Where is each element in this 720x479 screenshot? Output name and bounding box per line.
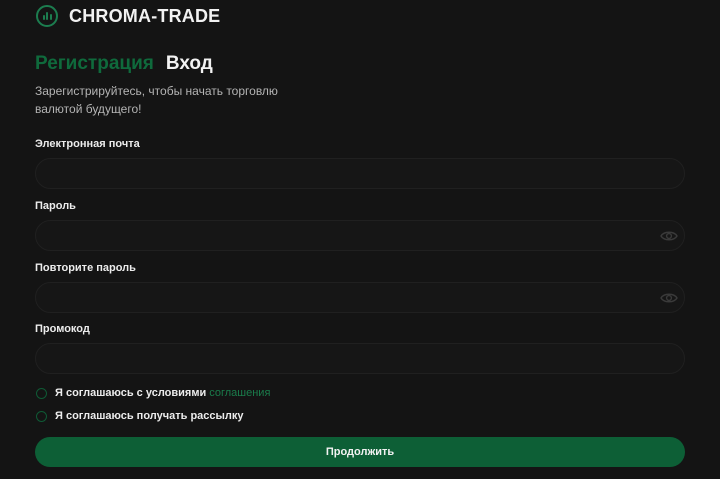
eye-icon[interactable]	[660, 291, 678, 305]
newsletter-checkbox[interactable]	[36, 410, 47, 422]
repeat-password-label: Повторите пароль	[35, 262, 136, 274]
brand-name: CHROMA-TRADE	[69, 5, 221, 26]
auth-tabs: Регистрация Вход	[35, 53, 213, 75]
repeat-password-field[interactable]	[36, 283, 684, 312]
email-field-wrapper	[35, 158, 685, 189]
email-label: Электронная почта	[35, 138, 140, 150]
continue-button[interactable]: Продолжить	[35, 437, 685, 467]
tab-login[interactable]: Вход	[166, 53, 213, 75]
terms-text: Я соглашаюсь с условиями	[55, 387, 207, 399]
newsletter-text: Я соглашаюсь получать рассылку	[55, 410, 244, 422]
newsletter-agreement: Я соглашаюсь получать рассылку	[36, 410, 244, 422]
terms-checkbox[interactable]	[36, 387, 47, 399]
password-field[interactable]	[36, 221, 684, 250]
header: CHROMA-TRADE	[36, 4, 220, 28]
password-label: Пароль	[35, 200, 76, 212]
chart-bars-icon	[36, 5, 58, 27]
tab-registration[interactable]: Регистрация	[35, 53, 154, 75]
eye-icon[interactable]	[660, 229, 678, 243]
registration-page: CHROMA-TRADE Регистрация Вход Зарегистри…	[0, 0, 720, 479]
repeat-password-field-wrapper	[35, 282, 685, 313]
subtitle: Зарегистрируйтесь, чтобы начать торговлю…	[35, 84, 278, 116]
password-field-wrapper	[35, 220, 685, 251]
terms-link[interactable]: соглашения	[209, 387, 270, 399]
promo-field-wrapper	[35, 343, 685, 374]
promo-label: Промокод	[35, 323, 90, 335]
terms-agreement: Я соглашаюсь с условиями соглашения	[36, 387, 270, 399]
promo-field[interactable]	[36, 344, 684, 373]
email-field[interactable]	[36, 159, 684, 188]
